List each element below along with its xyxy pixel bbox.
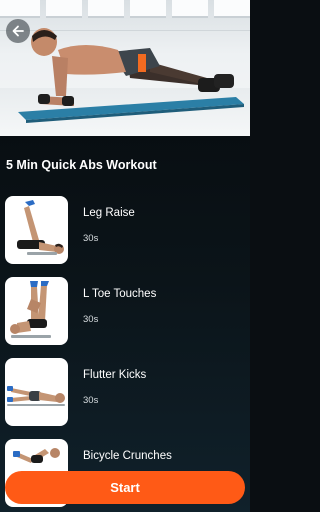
exercise-duration: 30s xyxy=(83,233,99,244)
exercise-thumbnail xyxy=(5,277,68,345)
exercise-name: Flutter Kicks xyxy=(83,369,147,381)
l-toe-touches-illustration xyxy=(10,281,51,338)
exercise-thumbnail xyxy=(5,358,68,426)
flutter-kicks-illustration xyxy=(7,386,65,406)
exercise-item[interactable]: Leg Raise 30s xyxy=(0,196,250,264)
hero-image xyxy=(0,0,250,136)
exercise-duration: 30s xyxy=(83,314,99,325)
start-button[interactable]: Start xyxy=(5,471,245,504)
exercise-duration: 30s xyxy=(83,395,99,406)
exercise-name: Bicycle Crunches xyxy=(83,450,172,462)
exercise-thumbnail xyxy=(5,196,68,264)
leg-raise-illustration xyxy=(17,200,64,255)
exercise-name: L Toe Touches xyxy=(83,288,157,300)
exercise-item[interactable]: Flutter Kicks 30s xyxy=(0,358,250,426)
arrow-left-icon xyxy=(12,25,24,37)
exercise-name: Leg Raise xyxy=(83,207,135,219)
back-button[interactable] xyxy=(6,19,30,43)
workout-title: 5 Min Quick Abs Workout xyxy=(6,158,157,172)
workout-detail-screen: 5 Min Quick Abs Workout Leg Raise 30s L … xyxy=(0,0,250,512)
plank-athlete-illustration xyxy=(18,28,244,123)
exercise-item[interactable]: L Toe Touches 30s xyxy=(0,277,250,345)
